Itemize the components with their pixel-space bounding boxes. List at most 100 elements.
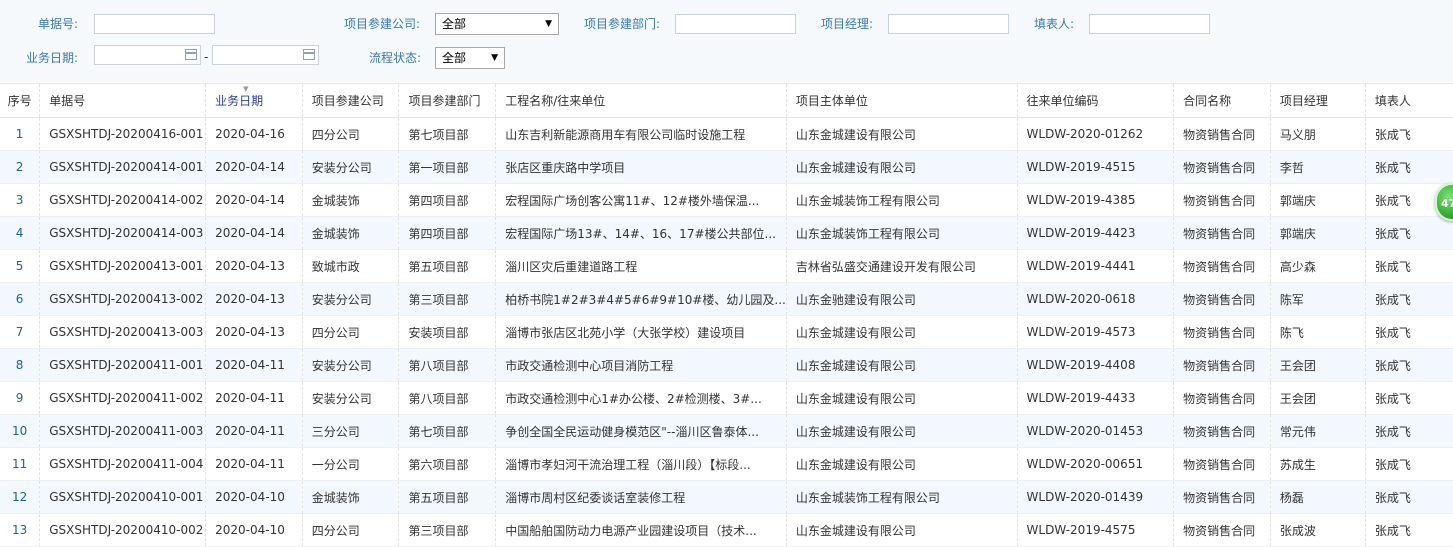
cell-main-unit: 山东金城建设有限公司 bbox=[785, 513, 1018, 547]
table-row[interactable]: 6 GSXSHTDJ-20200413-002 2020-04-13 安装分公司 第三项… bbox=[0, 282, 1453, 316]
cell-doc-no[interactable]: GSXSHTDJ-20200413-003 bbox=[39, 315, 206, 349]
table-row[interactable]: 3 GSXSHTDJ-20200414-002 2020-04-14 金城装饰 第四项目… bbox=[0, 183, 1453, 217]
col-header-company[interactable]: 项目参建公司 bbox=[301, 83, 399, 118]
cell-dept: 第四项目部 bbox=[398, 183, 496, 217]
doc-no-input[interactable] bbox=[94, 14, 215, 34]
cell-dept: 第七项目部 bbox=[398, 117, 496, 151]
filler-input[interactable] bbox=[1089, 14, 1210, 34]
cell-company: 致城市政 bbox=[301, 249, 399, 283]
cell-seq[interactable]: 13 bbox=[0, 513, 40, 547]
col-header-unit-code[interactable]: 往来单位编码 bbox=[1016, 83, 1174, 118]
table-row[interactable]: 11 GSXSHTDJ-20200411-004 2020-04-11 一分公司 第六项… bbox=[0, 447, 1453, 481]
cell-doc-no[interactable]: GSXSHTDJ-20200411-004 bbox=[39, 447, 206, 481]
cell-doc-no[interactable]: GSXSHTDJ-20200416-001 bbox=[39, 117, 206, 151]
cell-seq[interactable]: 5 bbox=[0, 249, 40, 283]
calendar-icon[interactable] bbox=[303, 49, 315, 60]
table-row[interactable]: 1 GSXSHTDJ-20200416-001 2020-04-16 四分公司 第七项目… bbox=[0, 117, 1453, 151]
cell-project: 张店区重庆路中学项目 bbox=[495, 150, 787, 184]
cell-manager: 李哲 bbox=[1269, 150, 1366, 184]
col-header-date[interactable]: ▼ 业务日期 bbox=[205, 83, 303, 118]
cell-doc-no[interactable]: GSXSHTDJ-20200411-003 bbox=[39, 414, 206, 448]
col-header-doc-no[interactable]: 单据号 bbox=[39, 83, 206, 118]
cell-date: 2020-04-14 bbox=[205, 183, 303, 217]
cell-seq[interactable]: 10 bbox=[0, 414, 40, 448]
cell-unit-code: WLDW-2019-4573 bbox=[1016, 315, 1174, 349]
cell-filler: 张成飞 bbox=[1364, 150, 1453, 184]
cell-seq[interactable]: 8 bbox=[0, 348, 40, 382]
cell-seq[interactable]: 1 bbox=[0, 117, 40, 151]
company-select[interactable]: 全部 ▼ bbox=[435, 13, 559, 35]
col-header-seq[interactable]: 序号 bbox=[0, 83, 40, 118]
col-header-project[interactable]: 工程名称/往来单位 bbox=[495, 83, 787, 118]
table-row[interactable]: 9 GSXSHTDJ-20200411-002 2020-04-11 安装分公司 第八项… bbox=[0, 381, 1453, 415]
cell-doc-no[interactable]: GSXSHTDJ-20200410-001 bbox=[39, 480, 206, 514]
table-row[interactable]: 2 GSXSHTDJ-20200414-001 2020-04-14 安装分公司 第一项… bbox=[0, 150, 1453, 184]
date-start-input[interactable] bbox=[94, 45, 201, 65]
cell-doc-no[interactable]: GSXSHTDJ-20200414-002 bbox=[39, 183, 206, 217]
cell-company: 四分公司 bbox=[301, 315, 399, 349]
col-header-filler[interactable]: 填表人 bbox=[1364, 83, 1453, 118]
filler-label: 填表人: bbox=[1034, 17, 1075, 31]
cell-manager: 郭端庆 bbox=[1269, 216, 1366, 250]
table-row[interactable]: 10 GSXSHTDJ-20200411-003 2020-04-11 三分公司 第七项… bbox=[0, 414, 1453, 448]
col-header-contract[interactable]: 合同名称 bbox=[1173, 83, 1271, 118]
cell-filler: 张成飞 bbox=[1364, 216, 1453, 250]
col-header-main-unit[interactable]: 项目主体单位 bbox=[785, 83, 1018, 118]
calendar-icon[interactable] bbox=[185, 49, 197, 60]
manager-label: 项目经理: bbox=[821, 17, 874, 31]
cell-project: 市政交通检测中心项目消防工程 bbox=[495, 348, 787, 382]
col-header-dept[interactable]: 项目参建部门 bbox=[398, 83, 496, 118]
cell-contract: 物资销售合同 bbox=[1173, 183, 1271, 217]
cell-seq[interactable]: 4 bbox=[0, 216, 40, 250]
cell-doc-no[interactable]: GSXSHTDJ-20200414-003 bbox=[39, 216, 206, 250]
cell-project: 中国船舶国防动力电源产业园建设项目（技术... bbox=[495, 513, 787, 547]
cell-doc-no[interactable]: GSXSHTDJ-20200411-001 bbox=[39, 348, 206, 382]
manager-input[interactable] bbox=[888, 14, 1009, 34]
table-row[interactable]: 8 GSXSHTDJ-20200411-001 2020-04-11 安装分公司 第八项… bbox=[0, 348, 1453, 382]
cell-contract: 物资销售合同 bbox=[1173, 315, 1271, 349]
status-select-value: 全部 bbox=[442, 51, 467, 65]
table-row[interactable]: 13 GSXSHTDJ-20200410-002 2020-04-10 四分公司 第三项… bbox=[0, 513, 1453, 547]
cell-manager: 郭端庆 bbox=[1269, 183, 1366, 217]
cell-seq[interactable]: 2 bbox=[0, 150, 40, 184]
table-row[interactable]: 4 GSXSHTDJ-20200414-003 2020-04-14 金城装饰 第四项目… bbox=[0, 216, 1453, 250]
status-select[interactable]: 全部 ▼ bbox=[435, 47, 505, 69]
cell-date: 2020-04-14 bbox=[205, 216, 303, 250]
col-header-manager[interactable]: 项目经理 bbox=[1269, 83, 1366, 118]
cell-doc-no[interactable]: GSXSHTDJ-20200413-001 bbox=[39, 249, 206, 283]
cell-filler: 张成飞 bbox=[1364, 414, 1453, 448]
cell-company: 金城装饰 bbox=[301, 216, 399, 250]
table-row[interactable]: 5 GSXSHTDJ-20200413-001 2020-04-13 致城市政 第五项目… bbox=[0, 249, 1453, 283]
cell-contract: 物资销售合同 bbox=[1173, 249, 1271, 283]
cell-contract: 物资销售合同 bbox=[1173, 447, 1271, 481]
cell-manager: 常元伟 bbox=[1269, 414, 1366, 448]
cell-project: 淄博市周村区纪委谈话室装修工程 bbox=[495, 480, 787, 514]
cell-doc-no[interactable]: GSXSHTDJ-20200414-001 bbox=[39, 150, 206, 184]
cell-main-unit: 山东金城建设有限公司 bbox=[785, 381, 1018, 415]
cell-seq[interactable]: 11 bbox=[0, 447, 40, 481]
cell-company: 安装分公司 bbox=[301, 348, 399, 382]
cell-company: 金城装饰 bbox=[301, 480, 399, 514]
cell-doc-no[interactable]: GSXSHTDJ-20200411-002 bbox=[39, 381, 206, 415]
cell-main-unit: 山东金城建设有限公司 bbox=[785, 447, 1018, 481]
chevron-down-icon: ▼ bbox=[491, 53, 498, 63]
cell-project: 宏程国际广场13#、14#、16、17#楼公共部位... bbox=[495, 216, 787, 250]
cell-seq[interactable]: 6 bbox=[0, 282, 40, 316]
cell-doc-no[interactable]: GSXSHTDJ-20200413-002 bbox=[39, 282, 206, 316]
cell-seq[interactable]: 3 bbox=[0, 183, 40, 217]
table-row[interactable]: 7 GSXSHTDJ-20200413-003 2020-04-13 四分公司 安装项目… bbox=[0, 315, 1453, 349]
cell-manager: 苏成生 bbox=[1269, 447, 1366, 481]
dept-input[interactable] bbox=[675, 14, 796, 34]
cell-seq[interactable]: 12 bbox=[0, 480, 40, 514]
cell-company: 安装分公司 bbox=[301, 381, 399, 415]
cell-project: 争创全国全民运动健身模范区"--淄川区鲁泰体... bbox=[495, 414, 787, 448]
cell-seq[interactable]: 7 bbox=[0, 315, 40, 349]
cell-filler: 张成飞 bbox=[1364, 249, 1453, 283]
date-end-input[interactable] bbox=[212, 45, 319, 65]
cell-doc-no[interactable]: GSXSHTDJ-20200410-002 bbox=[39, 513, 206, 547]
company-select-value: 全部 bbox=[442, 17, 467, 31]
cell-contract: 物资销售合同 bbox=[1173, 381, 1271, 415]
cell-seq[interactable]: 9 bbox=[0, 381, 40, 415]
table-row[interactable]: 12 GSXSHTDJ-20200410-001 2020-04-10 金城装饰 第五项… bbox=[0, 480, 1453, 514]
cell-company: 三分公司 bbox=[301, 414, 399, 448]
